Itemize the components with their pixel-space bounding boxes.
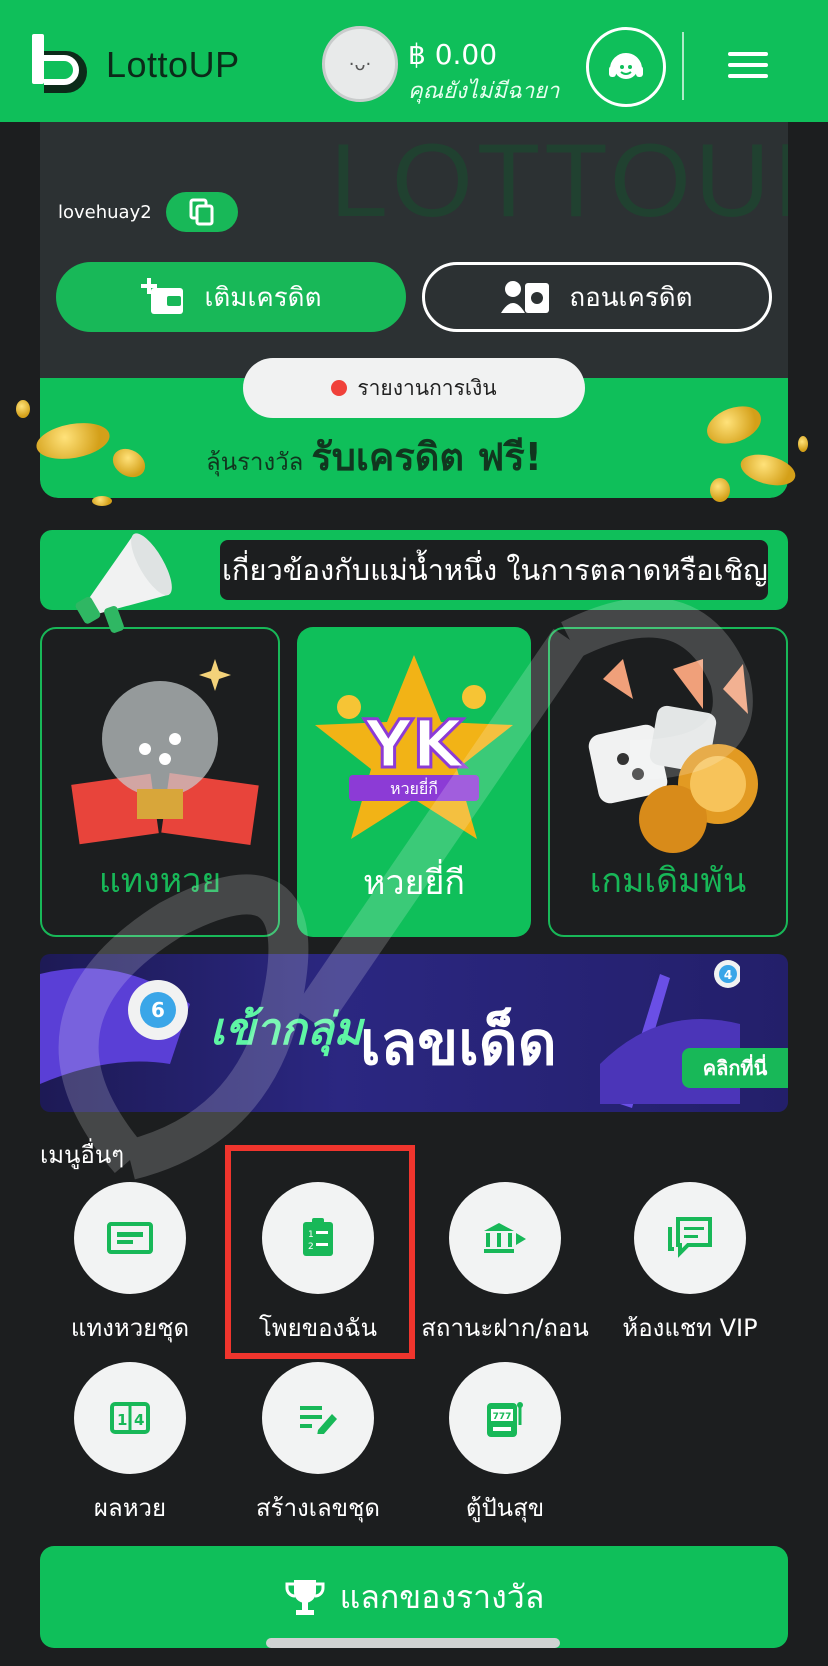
gold-coin-icon <box>92 496 112 506</box>
ball-number: 4 <box>724 968 732 982</box>
megaphone-icon <box>75 533 172 633</box>
other-menu-title: เมนูอื่นๆ <box>40 1141 125 1169</box>
avatar-face-icon: ·ᴗ· <box>348 53 372 75</box>
svg-text:4: 4 <box>134 1411 144 1429</box>
yk-badge-icon: YK หวยยี่กี <box>315 655 513 839</box>
card-watermark: LOTTOUP <box>330 123 788 239</box>
lottery-result-icon: 1 4 <box>110 1402 150 1434</box>
report-label: รายงานการเงิน <box>357 375 497 400</box>
balance-block: ฿ 0.00 คุณยังไม่มีฉายา <box>408 38 559 108</box>
user-title: คุณยังไม่มีฉายา <box>408 79 560 104</box>
avatar[interactable]: ·ᴗ· <box>322 26 398 102</box>
menu-icon-circle <box>449 1182 561 1294</box>
menu-item-label: สถานะฝาก/ถอน <box>421 1314 589 1342</box>
promo-headline: รับเครดิต ฟรี! <box>311 435 542 479</box>
tile-yeekee[interactable]: YK หวยยี่กี หวยยี่กี <box>297 627 531 937</box>
edit-list-icon <box>300 1406 337 1434</box>
join-group-banner[interactable]: 6 4 เข้ากลุ่ม เลขเด็ด คลิกที่นี่ <box>40 954 788 1112</box>
menu-item-create-number-set[interactable]: สร้างเลขชุด <box>225 1362 411 1527</box>
ticket-icon <box>107 1222 153 1254</box>
menu-item-sharing-cabinet[interactable]: 777 ตู้ปันสุข <box>412 1362 598 1527</box>
add-wallet-icon <box>140 278 183 314</box>
menu-icon-circle: 777 <box>449 1362 561 1474</box>
ball-number: 6 <box>151 998 165 1022</box>
support-button[interactable] <box>586 27 666 107</box>
menu-item-lottery-results[interactable]: 1 4 ผลหวย <box>37 1362 223 1527</box>
menu-icon-circle <box>74 1182 186 1294</box>
bank-transfer-icon <box>484 1223 526 1253</box>
slot-machine-icon: 777 <box>487 1402 523 1437</box>
yk-badge-text: YK <box>364 706 467 783</box>
balance-amount: ฿ 0.00 <box>408 38 498 71</box>
menu-item-label: ผลหวย <box>93 1494 167 1522</box>
withdraw-label: ถอนเครดิต <box>569 282 693 313</box>
menu-item-label: ห้องแชท VIP <box>622 1314 758 1342</box>
brand-name: LottoUP <box>106 44 240 85</box>
menu-item-vip-chat[interactable]: ห้องแชท VIP <box>597 1182 783 1347</box>
menu-item-transaction-status[interactable]: สถานะฝาก/ถอน <box>412 1182 598 1347</box>
home-indicator <box>266 1638 560 1648</box>
lottoup-logo-icon <box>32 34 87 93</box>
menu-item-bulk-bet[interactable]: แทงหวยชุด <box>37 1182 223 1347</box>
tile-casino-games[interactable]: เกมเดิมพัน <box>548 627 788 937</box>
tile-label: เกมเดิมพัน <box>589 861 747 901</box>
lottery-machine-icon <box>71 659 259 845</box>
menu-icon-circle <box>634 1182 746 1294</box>
banner-title-primary: เข้ากลุ่ม <box>210 1004 363 1055</box>
header-divider <box>682 32 684 100</box>
tile-label: แทงหวย <box>98 861 222 901</box>
announcement-marquee: เกี่ยวข้องกับแม่น้ำหนึ่ง ในการตลาดหรือเช… <box>220 540 768 600</box>
promo-text: ลุ้นรางวัล รับเครดิต ฟรี! <box>206 426 542 487</box>
hand-pencil-icon: 4 <box>600 960 740 1108</box>
banner-click-here-button[interactable]: คลิกที่นี่ <box>682 1048 788 1088</box>
username: lovehuay2 <box>58 201 152 223</box>
tile-label: หวยยี่กี <box>363 863 465 903</box>
reward-label: แลกของรางวัล <box>339 1577 545 1616</box>
chat-icon <box>668 1217 712 1258</box>
deposit-button[interactable]: เติมเครดิต <box>56 262 406 332</box>
promo-small-text: ลุ้นรางวัล <box>206 448 304 476</box>
dice-coins-icon <box>588 659 758 853</box>
menu-item-label: สร้างเลขชุด <box>256 1494 380 1522</box>
trophy-icon <box>285 1580 325 1615</box>
notification-dot <box>331 380 348 396</box>
banner-title-secondary: เลขเด็ด <box>360 1009 557 1079</box>
gold-coin-icon <box>710 478 730 502</box>
svg-text:1: 1 <box>117 1411 127 1429</box>
tile-lottery[interactable]: แทงหวย <box>40 627 280 937</box>
withdraw-button[interactable]: ถอนเครดิต <box>422 262 772 332</box>
brand-logo[interactable]: LottoUP <box>30 34 240 96</box>
menu-icon-circle <box>262 1362 374 1474</box>
menu-icon-circle: 1 4 <box>74 1362 186 1474</box>
menu-item-label: แทงหวยชุด <box>70 1314 190 1342</box>
username-row: lovehuay2 <box>58 192 238 232</box>
copy-username-button[interactable] <box>165 192 238 232</box>
highlight-annotation <box>225 1145 415 1359</box>
financial-report-button[interactable]: รายงานการเงิน <box>243 358 585 418</box>
gold-coin-icon <box>798 436 808 452</box>
hamburger-menu-icon[interactable] <box>728 52 768 82</box>
top-header: LottoUP ·ᴗ· ฿ 0.00 คุณยังไม่มีฉายา <box>0 0 828 122</box>
headset-support-icon <box>609 53 643 79</box>
withdraw-cash-icon <box>501 281 550 313</box>
menu-item-label: ตู้ปันสุข <box>465 1494 545 1522</box>
deposit-label: เติมเครดิต <box>204 282 322 313</box>
copy-icon <box>189 198 214 226</box>
svg-text:777: 777 <box>493 1412 512 1422</box>
redeem-rewards-button[interactable]: แลกของรางวัล <box>40 1546 788 1648</box>
yk-ribbon-text: หวยยี่กี <box>390 777 438 798</box>
gold-coin-icon <box>16 400 30 418</box>
account-card: LOTTOUP lovehuay2 เติมเครดิต ถอนเครดิต ล… <box>40 122 788 498</box>
